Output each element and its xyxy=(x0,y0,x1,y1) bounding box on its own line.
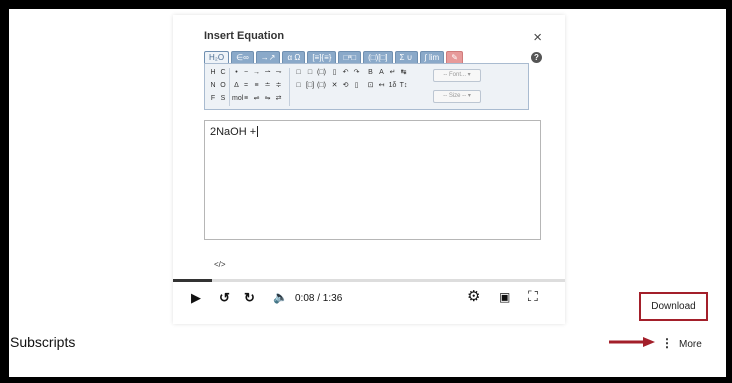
tab-icon[interactable]: ↹ xyxy=(398,66,409,79)
more-label: More xyxy=(679,339,702,350)
playback-time: 0:08 / 1:36 xyxy=(295,293,343,304)
reaction-button[interactable]: ≡ xyxy=(251,79,262,92)
tab-brackets[interactable]: (□)[□] xyxy=(363,51,393,63)
settings-icon[interactable]: ⚙ xyxy=(467,289,480,304)
script-button[interactable]: □ xyxy=(304,66,316,79)
script-button[interactable]: [□] xyxy=(304,79,316,92)
reaction-button[interactable]: − xyxy=(241,66,251,79)
close-icon[interactable]: × xyxy=(533,30,542,45)
script-button[interactable]: (□) xyxy=(316,79,327,92)
element-button[interactable]: H xyxy=(208,66,218,79)
rewind-icon[interactable]: ↺ xyxy=(219,291,230,304)
toolbar-divider xyxy=(289,68,290,106)
reaction-button[interactable]: ≐ xyxy=(262,79,273,92)
reaction-button[interactable]: ⇋ xyxy=(262,92,273,105)
element-button[interactable]: N xyxy=(208,79,218,92)
equation-input[interactable]: 2NaOH + xyxy=(210,126,259,138)
edit-buttons: ▯ ↶ ↷ ✕ ⟲ ▯ xyxy=(329,66,362,92)
linebreak-icon[interactable]: ↵ xyxy=(387,66,398,79)
player-controls: ▶ ↺ ↻ 🔈 0:08 / 1:36 ⚙ ▣ ⛶ xyxy=(173,282,565,314)
toolbar-divider xyxy=(229,68,230,106)
script-button[interactable]: □ xyxy=(293,79,304,92)
clear-icon[interactable]: ✕ xyxy=(329,79,340,92)
element-buttons: H C N O F S xyxy=(208,66,228,105)
tab-sums[interactable]: Σ ∪ xyxy=(394,51,418,63)
reaction-button[interactable]: = xyxy=(241,79,251,92)
reset-icon[interactable]: ⟲ xyxy=(340,79,351,92)
tab-calculus[interactable]: ∫ lim xyxy=(419,51,445,63)
tab-symbols[interactable]: ∈∞ xyxy=(231,51,254,63)
picture-in-picture-icon[interactable]: ▣ xyxy=(499,291,510,303)
equation-toolbar: H C N O F S • − → ⇀ ⇁ Δ = ≡ ≐ ≑ mol ≡ ⇌ … xyxy=(204,63,529,110)
equation-tabs: H₂O ∈∞ →↗ α Ω [≡]{≡} □ᵃ□ (□)[□] Σ ∪ ∫ li… xyxy=(204,51,463,63)
element-button[interactable]: O xyxy=(218,79,228,92)
text-caret xyxy=(257,126,259,137)
box-icon[interactable]: ⊡ xyxy=(365,79,376,92)
reaction-button[interactable]: ⇌ xyxy=(251,92,262,105)
script-buttons: □ □ (□) □ [□] (□) xyxy=(293,66,327,92)
reaction-button[interactable]: ⇄ xyxy=(273,92,284,105)
tab-handwriting[interactable]: ✎ xyxy=(446,51,463,63)
edit-button[interactable]: ▯ xyxy=(329,66,340,79)
text-size-icon[interactable]: T↕ xyxy=(398,79,409,92)
redo-icon[interactable]: ↷ xyxy=(351,66,362,79)
tab-scripts[interactable]: □ᵃ□ xyxy=(338,51,362,63)
reaction-button[interactable]: ⇁ xyxy=(273,66,284,79)
reaction-button[interactable]: → xyxy=(251,66,262,79)
script-button[interactable]: (□) xyxy=(316,66,327,79)
reaction-buttons: • − → ⇀ ⇁ Δ = ≡ ≐ ≑ mol ≡ ⇌ ⇋ ⇄ xyxy=(232,66,284,105)
reaction-button[interactable]: ≡ xyxy=(241,92,251,105)
format-buttons: B A ↵ ↹ ⊡ ↤ 1δ T↕ xyxy=(365,66,409,92)
element-button[interactable]: F xyxy=(208,92,218,105)
font-select[interactable]: -- Font... ▾ xyxy=(433,69,481,82)
more-icon: ⋮ xyxy=(661,336,673,350)
tab-greek[interactable]: α Ω xyxy=(282,51,306,63)
element-button[interactable]: C xyxy=(218,66,228,79)
play-icon[interactable]: ▶ xyxy=(191,291,201,304)
tab-arrows[interactable]: →↗ xyxy=(255,51,281,63)
copy-icon[interactable]: ▯ xyxy=(351,79,362,92)
undo-icon[interactable]: ↶ xyxy=(340,66,351,79)
equation-editor[interactable]: 2NaOH + xyxy=(204,120,541,240)
reaction-button[interactable]: mol xyxy=(232,92,243,105)
insert-equation-dialog: Insert Equation × ? H₂O ∈∞ →↗ α Ω [≡]{≡}… xyxy=(186,16,552,288)
size-select[interactable]: -- Size -- ▾ xyxy=(433,90,481,103)
reaction-button[interactable]: ⇀ xyxy=(262,66,273,79)
download-button[interactable]: Download xyxy=(639,292,708,321)
code-icon[interactable]: </> xyxy=(214,260,226,269)
more-button[interactable]: ⋮ More xyxy=(661,336,702,350)
dialog-title: Insert Equation xyxy=(204,30,285,42)
element-button[interactable]: S xyxy=(218,92,228,105)
color-icon[interactable]: A xyxy=(376,66,387,79)
section-title: Subscripts xyxy=(10,334,76,350)
help-icon[interactable]: ? xyxy=(531,52,542,63)
tab-matrices[interactable]: [≡]{≡} xyxy=(307,51,337,63)
volume-icon[interactable]: 🔈 xyxy=(273,291,288,303)
reaction-button[interactable]: • xyxy=(232,66,241,79)
script-button[interactable]: □ xyxy=(293,66,304,79)
fullscreen-icon[interactable]: ⛶ xyxy=(528,289,538,303)
equation-text: 2NaOH + xyxy=(210,126,257,138)
spacing-icon[interactable]: 1δ xyxy=(387,79,398,92)
reaction-button[interactable]: Δ xyxy=(232,79,241,92)
tab-chemistry[interactable]: H₂O xyxy=(204,51,230,63)
pointer-arrow-icon xyxy=(609,337,655,347)
bold-icon[interactable]: B xyxy=(365,66,376,79)
reaction-button[interactable]: ≑ xyxy=(273,79,284,92)
arrow-left-icon[interactable]: ↤ xyxy=(376,79,387,92)
forward-icon[interactable]: ↻ xyxy=(244,291,255,304)
